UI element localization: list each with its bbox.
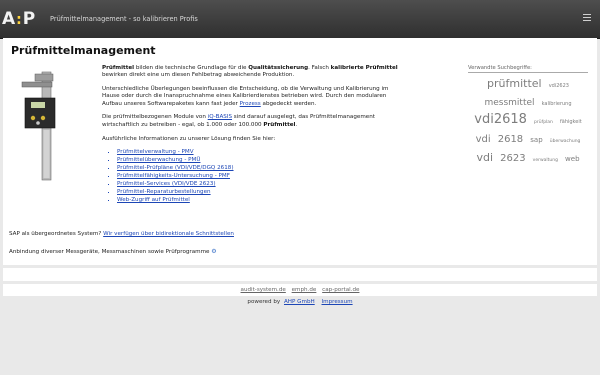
footer-link-emph[interactable]: emph.de — [292, 287, 317, 293]
paragraph-modules: Die prüfmittelbezogenen Module von iQ-BA… — [102, 114, 402, 129]
link-reparatur[interactable]: Prüfmittel-Reparaturbestellungen — [117, 189, 211, 195]
logo-letter-a: A — [2, 9, 16, 29]
spacer-strip — [3, 268, 597, 281]
link-web-zugriff[interactable]: Web-Zugriff auf Prüfmittel — [117, 197, 190, 203]
footer-link-cap-portal[interactable]: cap-portal.de — [322, 287, 359, 293]
logo[interactable]: A:P — [2, 8, 35, 30]
tag-link[interactable]: vdi2623 — [549, 83, 569, 89]
powered-by: powered by AHP GmbH Impressum — [0, 299, 600, 305]
list-item: Prüfmittel-Reparaturbestellungen — [117, 189, 402, 197]
text: abgedeckt werden. — [260, 100, 317, 107]
tag-link[interactable]: verwaltung — [533, 158, 558, 163]
main-content: Prüfmittelmanagement Prüfmittel bilden d… — [3, 38, 597, 265]
hamburger-icon[interactable] — [583, 14, 591, 22]
paragraph-info: Ausführliche Informationen zu unserer Lö… — [102, 135, 276, 142]
bold-qualitaetssicherung: Qualitätssicherung — [248, 65, 309, 71]
tag-link[interactable]: vdi — [476, 134, 491, 145]
devices-line: Anbindung diverser Messgeräte, Messmasch… — [9, 248, 217, 255]
tag-link[interactable]: prüfplan — [534, 120, 553, 125]
sap-line: SAP als übergeordnetes System? Wir verfü… — [9, 231, 234, 237]
iq-basis-link[interactable]: iQ-BASIS — [208, 114, 232, 120]
powered-by-text: powered by — [247, 299, 281, 305]
list-item: Prüfmittel-Services (VDI/VDE 2623) — [117, 181, 402, 189]
text: . — [295, 121, 298, 128]
list-item: Prüfmittelfähigkeits-Untersuchung - PMF — [117, 173, 402, 181]
company-link[interactable]: AHP GmbH — [284, 299, 315, 305]
footer-link-audit-system[interactable]: audit-system.de — [241, 287, 286, 293]
text: Die prüfmittelbezogenen Module von — [102, 114, 208, 121]
bold-kalibrierte-pruefmittel: kalibrierte Prüfmittel — [330, 65, 398, 71]
sap-interface-link[interactable]: Wir verfügen über bidirektionale Schnitt… — [103, 231, 234, 237]
tag-link[interactable]: vdi2618 — [474, 112, 527, 127]
tag-link[interactable]: messmittel — [484, 98, 534, 108]
text: . Falsch — [308, 65, 331, 71]
intro-text: Prüfmittel bilden die technische Grundla… — [102, 65, 402, 212]
link-pmf[interactable]: Prüfmittelfähigkeits-Untersuchung - PMF — [117, 173, 230, 179]
link-services[interactable]: Prüfmittel-Services (VDI/VDE 2623) — [117, 181, 216, 187]
page-title: Prüfmittelmanagement — [11, 44, 156, 57]
logo-colon: : — [16, 12, 22, 28]
gear-icon[interactable]: ⚙ — [211, 248, 216, 255]
tag-cloud: Verwandte Suchbegriffe: prüfmittel vdi26… — [468, 65, 588, 168]
tag-link[interactable]: 2623 — [500, 153, 525, 164]
tag-link[interactable]: prüfmittel — [487, 77, 542, 90]
paragraph-intro: Prüfmittel bilden die technische Grundla… — [102, 65, 402, 80]
tag-cloud-title: Verwandte Suchbegriffe: — [468, 65, 588, 73]
bold-pruefmittel: Prüfmittel — [263, 121, 296, 128]
module-link-list: Prüfmittelverwaltung - PMV Prüfmittelübe… — [102, 149, 402, 204]
paragraph-considerations: Unterschiedliche Überlegungen beeinfluss… — [102, 86, 402, 108]
list-item: Prüfmittel-Prüfpläne (VDI/VDE/DGQ 2618) — [117, 165, 402, 173]
text: bilden die technische Grundlage für die — [134, 65, 249, 71]
footer-links: audit-system.de emph.de cap-portal.de — [3, 284, 597, 296]
text: bewirken direkt eine um diesen Fehlbetra… — [102, 72, 295, 79]
text: Anbindung diverser Messgeräte, Messmasch… — [9, 249, 210, 255]
tag-link[interactable]: überwachung — [550, 139, 581, 144]
caliper-image — [19, 70, 74, 182]
site-tagline: Prüfmittelmanagement - so kalibrieren Pr… — [50, 15, 198, 23]
link-pmv[interactable]: Prüfmittelverwaltung - PMV — [117, 149, 194, 155]
tag-link[interactable]: sap — [530, 136, 542, 144]
tag-link[interactable]: fähigkeit — [560, 119, 582, 125]
impressum-link[interactable]: Impressum — [322, 299, 353, 305]
tag-link[interactable]: 2618 — [498, 134, 523, 145]
tag-link[interactable]: web — [565, 155, 579, 163]
bold-pruefmittel: Prüfmittel — [102, 65, 135, 71]
prozess-link[interactable]: Prozess — [240, 101, 261, 107]
tag-link[interactable]: vdi — [476, 151, 493, 164]
list-item: Web-Zugriff auf Prüfmittel — [117, 197, 402, 205]
logo-letter-p: P — [22, 9, 36, 29]
list-item: Prüfmittelüberwachung - PMÜ — [117, 157, 402, 165]
tag-link[interactable]: kalibrierung — [542, 101, 572, 107]
link-pmue[interactable]: Prüfmittelüberwachung - PMÜ — [117, 157, 200, 163]
text: SAP als übergeordnetes System? — [9, 231, 104, 237]
link-pruefplaene[interactable]: Prüfmittel-Prüfpläne (VDI/VDE/DGQ 2618) — [117, 165, 234, 171]
top-bar: A:P Prüfmittelmanagement - so kalibriere… — [0, 0, 600, 39]
tag-list: prüfmittel vdi2623 messmittel kalibrieru… — [468, 75, 588, 168]
